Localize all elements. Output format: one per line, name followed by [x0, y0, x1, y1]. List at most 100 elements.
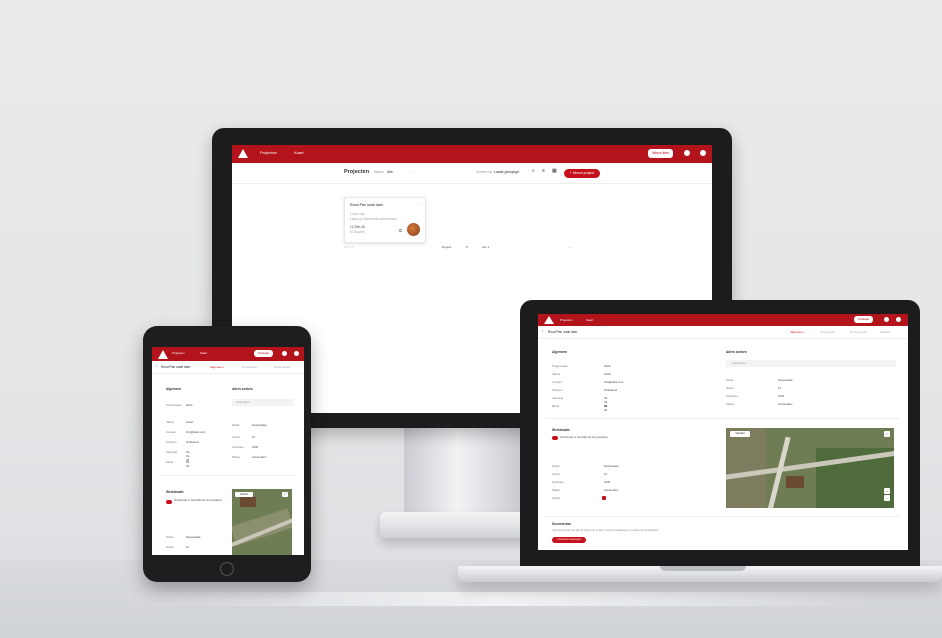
search-icon[interactable]: ⌕ — [532, 168, 535, 174]
zoom-out-icon[interactable]: − — [884, 495, 890, 501]
field-start[interactable]: Aanvang 01-01-26 — [552, 396, 608, 408]
loc-field-number[interactable]: Huisnr 12 — [166, 545, 189, 549]
section-address: Adres zoeken — [726, 350, 747, 354]
field-start[interactable]: Aanvang 01-01-26 — [166, 450, 190, 462]
field-postcode[interactable]: Postcode 1000 — [232, 445, 258, 449]
nav-projects[interactable]: Projecten — [560, 318, 573, 322]
user-icon[interactable] — [294, 351, 299, 356]
loc-field-number[interactable]: Huisnr 12 — [552, 472, 607, 476]
header-button[interactable]: Nieuw item — [648, 149, 674, 158]
app-header: Projecten Kaart Opslaan — [538, 314, 908, 326]
loc-field-street[interactable]: Straat Dorpsstraat — [166, 535, 200, 539]
tab-notes[interactable]: Notities — [880, 330, 890, 334]
same-address-toggle[interactable] — [552, 436, 558, 440]
field-phone[interactable]: Telefoon Onbekend — [166, 440, 199, 444]
pagination-arrows[interactable]: ‹ › — [568, 245, 571, 249]
settings-icon[interactable] — [282, 351, 287, 356]
tab-construction[interactable]: Constructie — [820, 330, 835, 334]
address-search-input[interactable]: Zoek adres — [726, 360, 896, 367]
field-number[interactable]: Huisnr 12 — [726, 386, 781, 390]
tablet-screen: Projecten Kaart Opslaan ‹ Rood Pan oude … — [152, 347, 304, 555]
field-city[interactable]: Plaats Amsterdam — [232, 455, 266, 459]
tab-general[interactable]: Algemeen — [790, 330, 804, 334]
loc-field-postcode[interactable]: Postcode 1000 — [552, 480, 610, 484]
filter-chevron-icon[interactable]: ⌄ — [412, 170, 415, 174]
toggle-label: Werklocatie is hetzelfde als het postadr… — [174, 499, 222, 502]
user-icon[interactable] — [896, 317, 901, 322]
nav-map[interactable]: Kaart — [200, 351, 207, 355]
zoom-in-icon[interactable]: + — [884, 488, 890, 494]
field-projectname[interactable]: Projectnaam Werk — [166, 403, 192, 407]
documents-description: Voeg documenten toe aan dit project om z… — [552, 529, 659, 532]
settings-icon[interactable] — [684, 150, 690, 156]
page-title: Projecten — [344, 169, 370, 175]
app-header: Projecten Kaart Opslaan — [152, 347, 304, 361]
loc-field-options[interactable]: Opties — [552, 496, 560, 500]
field-status[interactable]: Status Actief — [166, 420, 193, 424]
grid-view-icon[interactable]: ▦ — [552, 168, 557, 174]
field-status[interactable]: Status Actief — [552, 372, 611, 376]
app-logo-icon[interactable] — [238, 149, 248, 158]
field-street[interactable]: Straat Dorpsstraat — [726, 378, 792, 382]
section-documents: Documenten — [552, 522, 572, 526]
field-projectname[interactable]: Projectnaam Werk — [552, 364, 610, 368]
header-button[interactable]: Opslaan — [854, 316, 874, 323]
tab-documents[interactable]: Documenten — [274, 365, 291, 369]
project-card-subtitle: Loopt nog — [350, 212, 365, 216]
nav-map[interactable]: Kaart — [586, 318, 593, 322]
field-end[interactable]: Einde 03-04 — [166, 460, 190, 468]
tab-construction[interactable]: Constructie — [242, 365, 257, 369]
section-location: Werklocatie — [552, 428, 570, 432]
map-layer-button[interactable]: Satelliet — [235, 492, 253, 497]
section-location: Werklocatie — [166, 490, 184, 494]
field-end[interactable]: Einde 03-04 — [552, 404, 608, 412]
options-checkbox[interactable] — [602, 496, 606, 500]
user-icon[interactable] — [700, 150, 706, 156]
tab-documents[interactable]: Documenten — [850, 330, 867, 334]
toggle-label: Werklocatie is hetzelfde als het postadr… — [560, 436, 608, 439]
loc-field-street[interactable]: Straat Dorpsstraat — [552, 464, 618, 468]
tab-general[interactable]: Algemeen — [210, 365, 224, 369]
laptop-notch — [660, 566, 746, 571]
field-phone[interactable]: Telefoon Onbekend — [552, 388, 617, 392]
projects-toolbar: Projecten Status Alle ⌄ Sorteer op Laats… — [232, 163, 712, 184]
new-project-button[interactable]: + Nieuw project — [564, 169, 600, 178]
field-contact[interactable]: Contact info@klant.com — [552, 380, 623, 384]
more-icon[interactable]: ⋯ — [417, 201, 421, 206]
sort-select[interactable]: Laatst gewijzigd — [494, 170, 519, 174]
settings-icon[interactable] — [884, 317, 889, 322]
field-number[interactable]: Huisnr 12 — [232, 435, 255, 439]
same-address-toggle[interactable] — [166, 500, 172, 504]
map-layer-button[interactable]: Satelliet — [730, 431, 750, 437]
satellite-map[interactable]: Satelliet ⤢ — [232, 489, 292, 555]
laptop-screen: Projecten Kaart Opslaan ‹ Rood Pan oude … — [538, 314, 908, 550]
header-button[interactable]: Opslaan — [254, 350, 274, 357]
nav-projects[interactable]: Projecten — [260, 150, 277, 155]
project-card[interactable]: Rood Pan oude dam ⋯ Loopt nog Laag op Ne… — [344, 197, 426, 243]
field-postcode[interactable]: Postcode 1000 — [726, 394, 784, 398]
nav-projects[interactable]: Projecten — [172, 351, 185, 355]
field-contact[interactable]: Contact info@klant.com — [166, 430, 205, 434]
loc-field-city[interactable]: Plaats Amsterdam — [552, 488, 618, 492]
back-icon[interactable]: ‹ — [156, 364, 157, 368]
home-button[interactable] — [220, 562, 234, 576]
nav-map[interactable]: Kaart — [294, 150, 304, 155]
rows-select[interactable]: 8 — [466, 245, 468, 249]
field-city[interactable]: Plaats Amsterdam — [726, 402, 792, 406]
address-search-input[interactable]: Zoek adres — [232, 399, 294, 406]
fullscreen-icon[interactable]: ⤢ — [884, 431, 890, 437]
app-logo-icon[interactable] — [544, 316, 554, 324]
filter-select[interactable]: Alle — [387, 170, 393, 174]
app-logo-icon[interactable] — [158, 350, 168, 359]
project-card-owner: El Bouzidi — [350, 230, 365, 234]
filter-icon[interactable]: ≡ — [542, 168, 545, 174]
project-card-description: Laag op Nederlands adresniveau — [350, 217, 397, 221]
add-document-button[interactable]: + Document toevoegen — [552, 537, 586, 543]
field-street[interactable]: Straat Dorpsstraat — [232, 423, 266, 427]
fullscreen-icon[interactable]: ⤢ — [282, 492, 288, 497]
avatar — [407, 223, 420, 236]
divider — [160, 475, 296, 476]
satellite-map[interactable]: Satelliet ⤢ + − — [726, 428, 894, 508]
back-icon[interactable]: ‹ — [542, 329, 543, 333]
filter-label: Status — [374, 170, 384, 174]
